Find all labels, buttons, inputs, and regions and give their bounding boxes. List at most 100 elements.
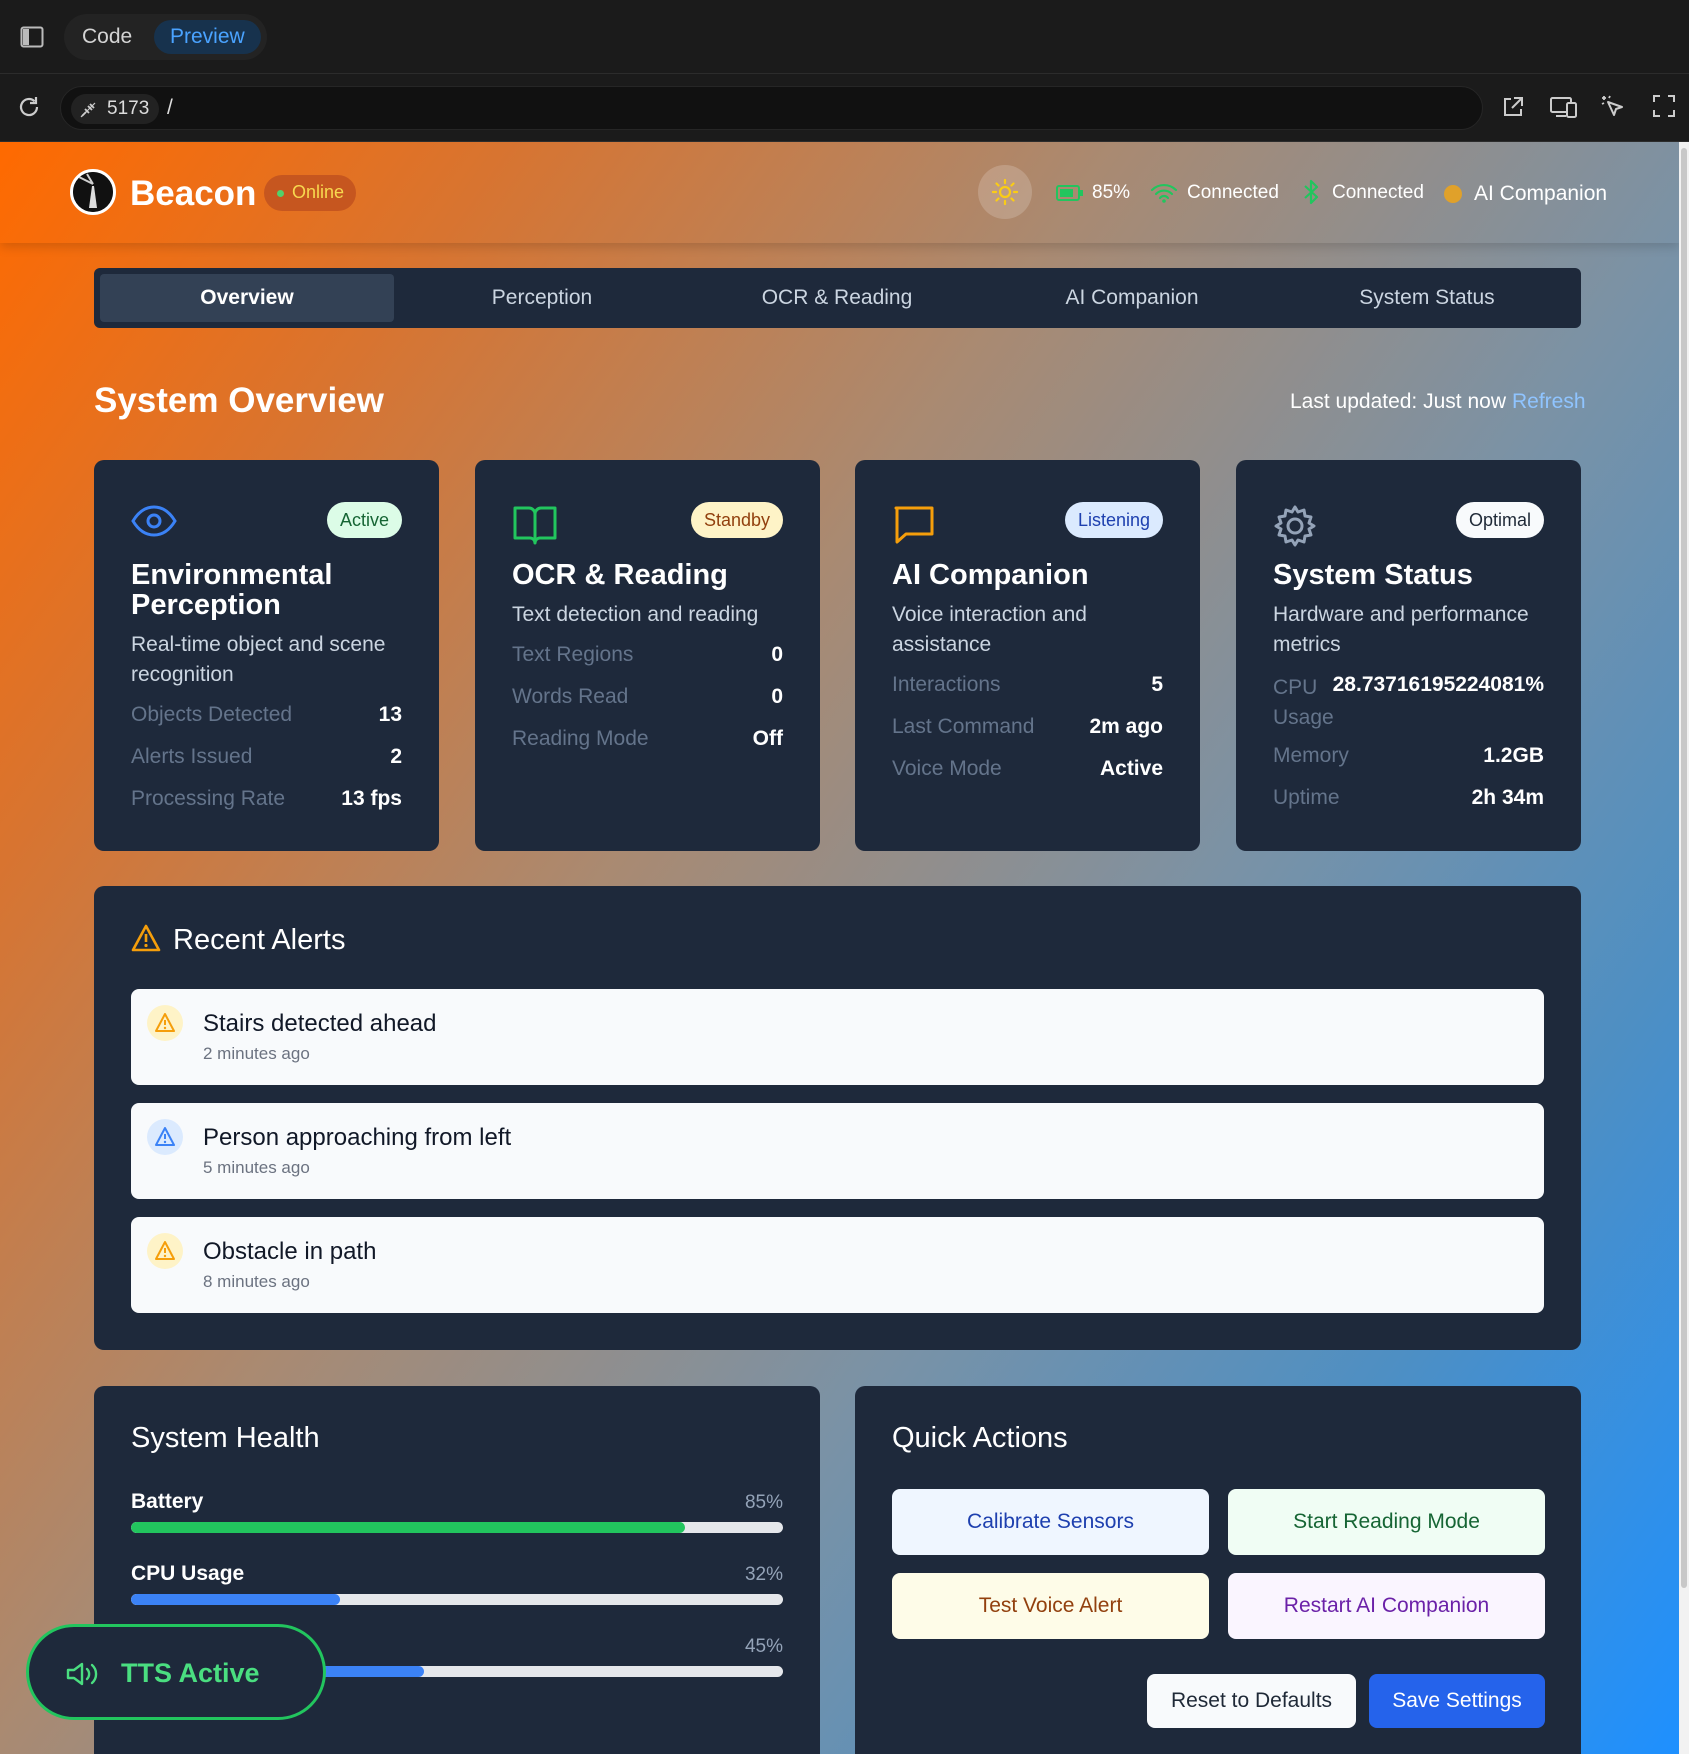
alert-time: 8 minutes ago xyxy=(203,1272,310,1291)
plug-icon xyxy=(79,101,97,119)
metric-label: Uptime xyxy=(1273,786,1340,809)
metric-label: Text Regions xyxy=(512,643,634,666)
metric-value: 13 xyxy=(378,703,402,726)
cpu-progress xyxy=(131,1594,783,1605)
test-voice-alert-button[interactable]: Test Voice Alert xyxy=(892,1573,1209,1639)
bluetooth-value: Connected xyxy=(1332,182,1424,203)
metric-row: CPU Usage 28.73716195224081% xyxy=(1273,673,1544,733)
alert-item[interactable]: Person approaching from left 5 minutes a… xyxy=(131,1103,1544,1199)
reload-icon[interactable] xyxy=(16,94,42,120)
chat-icon xyxy=(892,504,936,546)
metric-value: 0 xyxy=(771,685,783,708)
tab-code[interactable]: Code xyxy=(82,25,132,49)
book-icon xyxy=(512,504,558,546)
metric-value: 2h 34m xyxy=(1471,786,1544,809)
address-bar[interactable]: 5173 / xyxy=(60,86,1483,130)
tab-ai-companion[interactable]: AI Companion xyxy=(985,274,1279,322)
app-header: Beacon Online 85% Connected Connected AI… xyxy=(0,142,1679,243)
status-badge-listening: Listening xyxy=(1064,502,1163,538)
inspect-cursor-icon[interactable] xyxy=(1600,94,1628,122)
metric-row: Voice Mode Active xyxy=(892,757,1163,787)
health-title: System Health xyxy=(131,1422,320,1454)
battery-value: 85% xyxy=(1092,182,1131,203)
save-settings-button[interactable]: Save Settings xyxy=(1369,1674,1545,1728)
status-label: Online xyxy=(292,182,345,202)
reset-to-defaults-button[interactable]: Reset to Defaults xyxy=(1147,1674,1356,1728)
card-description: Text detection and reading xyxy=(512,603,759,626)
alert-item[interactable]: Stairs detected ahead 2 minutes ago xyxy=(131,989,1544,1085)
alert-info-icon xyxy=(147,1119,183,1155)
alert-time: 2 minutes ago xyxy=(203,1044,310,1063)
card-title: System Status xyxy=(1273,559,1473,591)
calibrate-sensors-button[interactable]: Calibrate Sensors xyxy=(892,1489,1209,1555)
code-preview-switch: Code Preview xyxy=(64,14,267,60)
status-badge: Online xyxy=(264,175,357,211)
start-reading-mode-button[interactable]: Start Reading Mode xyxy=(1228,1489,1545,1555)
quick-actions-panel: Quick Actions Calibrate Sensors Start Re… xyxy=(855,1386,1581,1754)
alerts-title: Recent Alerts xyxy=(173,924,346,956)
card-title: AI Companion xyxy=(892,559,1089,591)
metric-row: Uptime 2h 34m xyxy=(1273,786,1544,816)
page-title: System Overview xyxy=(94,381,384,420)
tts-status-button[interactable]: TTS Active xyxy=(26,1624,326,1720)
card-ocr-reading: Standby OCR & Reading Text detection and… xyxy=(475,460,820,851)
fullscreen-icon[interactable] xyxy=(1652,94,1676,118)
sidebar-toggle-icon[interactable] xyxy=(20,26,44,48)
tab-perception[interactable]: Perception xyxy=(395,274,689,322)
bar-value: 85% xyxy=(744,1492,783,1513)
restart-ai-companion-button[interactable]: Restart AI Companion xyxy=(1228,1573,1545,1639)
last-updated: Last updated: Just now xyxy=(1290,390,1506,413)
metric-label: Reading Mode xyxy=(512,727,649,750)
metric-label: Voice Mode xyxy=(892,757,1002,780)
main-nav: Overview Perception OCR & Reading AI Com… xyxy=(94,268,1581,328)
wifi-value: Connected xyxy=(1187,182,1279,203)
metric-label: Memory xyxy=(1273,744,1349,767)
metric-label: Words Read xyxy=(512,685,629,708)
theme-toggle-button[interactable] xyxy=(978,165,1032,219)
page-scrollbar[interactable] xyxy=(1679,142,1689,1754)
alert-time: 5 minutes ago xyxy=(203,1158,310,1177)
sun-icon xyxy=(992,179,1018,205)
scrollbar-thumb[interactable] xyxy=(1681,148,1687,1588)
metric-row: Alerts Issued 2 xyxy=(131,745,402,775)
card-environmental-perception: Active Environmental Perception Real-tim… xyxy=(94,460,439,851)
browser-top-bar: Code Preview xyxy=(0,0,1689,74)
card-title: Environmental Perception xyxy=(131,559,333,621)
tab-ocr-reading[interactable]: OCR & Reading xyxy=(690,274,984,322)
metric-row: Words Read 0 xyxy=(512,685,783,715)
responsive-view-icon[interactable] xyxy=(1549,94,1579,120)
tab-overview[interactable]: Overview xyxy=(100,274,394,322)
url-bar-row: 5173 / xyxy=(0,74,1689,142)
open-external-icon[interactable] xyxy=(1500,94,1526,120)
metric-value: 13 fps xyxy=(341,787,402,810)
card-description: Hardware and performance metrics xyxy=(1273,603,1529,656)
tab-system-status[interactable]: System Status xyxy=(1280,274,1574,322)
refresh-link[interactable]: Refresh xyxy=(1512,390,1586,414)
battery-progress-fill xyxy=(131,1522,686,1533)
battery-icon xyxy=(1056,185,1083,201)
metric-value: 5 xyxy=(1151,673,1163,696)
status-badge-standby: Standby xyxy=(690,502,783,538)
status-dot xyxy=(277,190,284,197)
status-badge-active: Active xyxy=(326,502,402,538)
alert-item[interactable]: Obstacle in path 8 minutes ago xyxy=(131,1217,1544,1313)
battery-progress xyxy=(131,1522,783,1533)
card-ai-companion: Listening AI Companion Voice interaction… xyxy=(855,460,1200,851)
metric-row: Processing Rate 13 fps xyxy=(131,787,402,817)
alert-text: Obstacle in path xyxy=(203,1238,377,1265)
metric-row: Memory 1.2GB xyxy=(1273,744,1544,774)
metric-value: Off xyxy=(752,727,783,750)
tts-label: TTS Active xyxy=(121,1658,260,1688)
brand-name: Beacon xyxy=(130,174,257,213)
gear-icon xyxy=(1273,504,1317,548)
tab-preview[interactable]: Preview xyxy=(154,20,261,54)
metric-value: 0 xyxy=(771,643,783,666)
metric-row: Interactions 5 xyxy=(892,673,1163,703)
bar-value: 45% xyxy=(744,1636,783,1657)
bar-value: 32% xyxy=(744,1564,783,1585)
alert-warning-icon xyxy=(147,1005,183,1041)
metric-label: Interactions xyxy=(892,673,1001,696)
metric-row: Reading Mode Off xyxy=(512,727,783,757)
recent-alerts-panel: Recent Alerts Stairs detected ahead 2 mi… xyxy=(94,886,1581,1350)
app-root: Beacon Online 85% Connected Connected AI… xyxy=(0,142,1679,1754)
